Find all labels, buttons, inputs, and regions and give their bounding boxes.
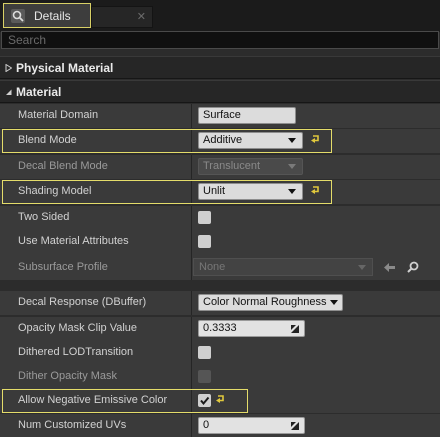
- property-label: Decal Blend Mode: [18, 160, 108, 172]
- material-domain-dropdown[interactable]: Surface: [198, 107, 296, 124]
- picker-value: None: [199, 261, 226, 273]
- property-label: Dithered LODTransition: [18, 346, 134, 358]
- browse-search-icon[interactable]: [407, 261, 419, 273]
- category-label: Material: [16, 84, 62, 99]
- two-sided-checkbox[interactable]: [198, 211, 211, 224]
- empty-tab[interactable]: ✕: [91, 6, 153, 28]
- dropdown-arrow-icon: [288, 189, 296, 194]
- search-input[interactable]: Search: [1, 31, 439, 49]
- opacity-mask-clip-value-input[interactable]: 0.3333: [198, 320, 305, 337]
- row-shading-model: Shading Model Unlit: [0, 180, 440, 204]
- dithered-lod-transition-checkbox[interactable]: [198, 346, 211, 359]
- spin-grip-icon[interactable]: [291, 325, 299, 333]
- property-label: Opacity Mask Clip Value: [18, 322, 138, 334]
- tab-bar: Details ✕: [0, 0, 440, 32]
- property-label: Allow Negative Emissive Color: [18, 394, 168, 406]
- column-divider[interactable]: [191, 104, 192, 128]
- column-divider[interactable]: [191, 389, 192, 413]
- property-label: Num Customized UVs: [18, 419, 127, 431]
- input-value: 0.3333: [203, 322, 237, 334]
- close-tab-icon[interactable]: ✕: [137, 11, 146, 23]
- category-material[interactable]: Material: [0, 80, 440, 103]
- dropdown-value: Color Normal Roughness: [203, 296, 327, 308]
- reset-to-default-icon[interactable]: [216, 395, 226, 404]
- spin-grip-icon[interactable]: [291, 422, 299, 430]
- property-label: Material Domain: [18, 109, 99, 121]
- column-divider[interactable]: [191, 180, 192, 204]
- row-two-sided: Two Sided: [0, 206, 440, 230]
- row-material-domain: Material Domain Surface: [0, 104, 440, 128]
- property-label: Dither Opacity Mask: [18, 370, 118, 382]
- row-blend-mode: Blend Mode Additive: [0, 129, 440, 153]
- column-divider[interactable]: [191, 254, 192, 280]
- row-decal-response: Decal Response (DBuffer) Color Normal Ro…: [0, 291, 440, 315]
- row-subsurface-profile: Subsurface Profile None: [0, 254, 440, 280]
- property-label: Decal Response (DBuffer): [18, 296, 147, 308]
- shading-model-dropdown[interactable]: Unlit: [198, 183, 303, 200]
- dropdown-value: Translucent: [203, 160, 261, 172]
- use-material-attributes-checkbox[interactable]: [198, 235, 211, 248]
- category-label: Physical Material: [16, 60, 114, 75]
- tab-title: Details: [34, 8, 71, 23]
- search-placeholder: Search: [8, 33, 47, 47]
- row-allow-negative-emissive-color: Allow Negative Emissive Color: [0, 389, 440, 413]
- details-tab[interactable]: Details: [3, 3, 91, 28]
- dither-opacity-mask-checkbox: [198, 370, 211, 383]
- column-divider[interactable]: [191, 230, 192, 254]
- dropdown-value: Surface: [203, 109, 241, 121]
- column-divider[interactable]: [191, 206, 192, 230]
- dropdown-value: Additive: [203, 134, 243, 146]
- decal-blend-mode-dropdown: Translucent: [198, 158, 303, 175]
- row-dither-opacity-mask: Dither Opacity Mask: [0, 365, 440, 389]
- input-value: 0: [203, 419, 210, 431]
- decal-response-dropdown[interactable]: Color Normal Roughness: [198, 294, 343, 311]
- checkmark-icon: [200, 396, 210, 406]
- collapse-arrow-icon: [6, 89, 12, 95]
- allow-negative-emissive-color-checkbox[interactable]: [198, 394, 211, 407]
- dropdown-arrow-icon: [358, 265, 366, 270]
- row-opacity-mask-clip-value: Opacity Mask Clip Value 0.3333: [0, 317, 440, 341]
- column-divider[interactable]: [191, 414, 192, 437]
- property-label: Use Material Attributes: [18, 235, 129, 247]
- blend-mode-dropdown[interactable]: Additive: [198, 132, 303, 149]
- dropdown-arrow-icon: [288, 164, 296, 169]
- dropdown-value: Unlit: [203, 185, 226, 197]
- row-use-material-attributes: Use Material Attributes: [0, 230, 440, 254]
- category-physical-material[interactable]: Physical Material: [0, 56, 440, 79]
- expand-arrow-icon: [5, 63, 12, 72]
- dropdown-arrow-icon: [330, 300, 338, 305]
- num-customized-uvs-input[interactable]: 0: [198, 417, 305, 434]
- row-decal-blend-mode: Decal Blend Mode Translucent: [0, 155, 440, 179]
- property-label: Shading Model: [18, 185, 92, 197]
- column-divider[interactable]: [191, 155, 192, 179]
- row-num-customized-uvs: Num Customized UVs 0: [0, 414, 440, 437]
- column-divider[interactable]: [191, 291, 192, 315]
- use-selected-asset-icon[interactable]: [384, 262, 395, 273]
- column-divider[interactable]: [191, 341, 192, 365]
- subsurface-profile-picker: None: [193, 258, 373, 276]
- row-dithered-lod-transition: Dithered LODTransition: [0, 341, 440, 365]
- property-label: Blend Mode: [18, 134, 77, 146]
- property-label: Subsurface Profile: [18, 261, 108, 273]
- reset-to-default-icon[interactable]: [311, 135, 321, 144]
- column-divider[interactable]: [191, 129, 192, 153]
- column-divider[interactable]: [191, 365, 192, 389]
- column-divider[interactable]: [191, 317, 192, 341]
- property-label: Two Sided: [18, 211, 70, 223]
- reset-to-default-icon[interactable]: [311, 186, 321, 195]
- details-magnifier-icon: [11, 8, 25, 23]
- dropdown-arrow-icon: [288, 138, 296, 143]
